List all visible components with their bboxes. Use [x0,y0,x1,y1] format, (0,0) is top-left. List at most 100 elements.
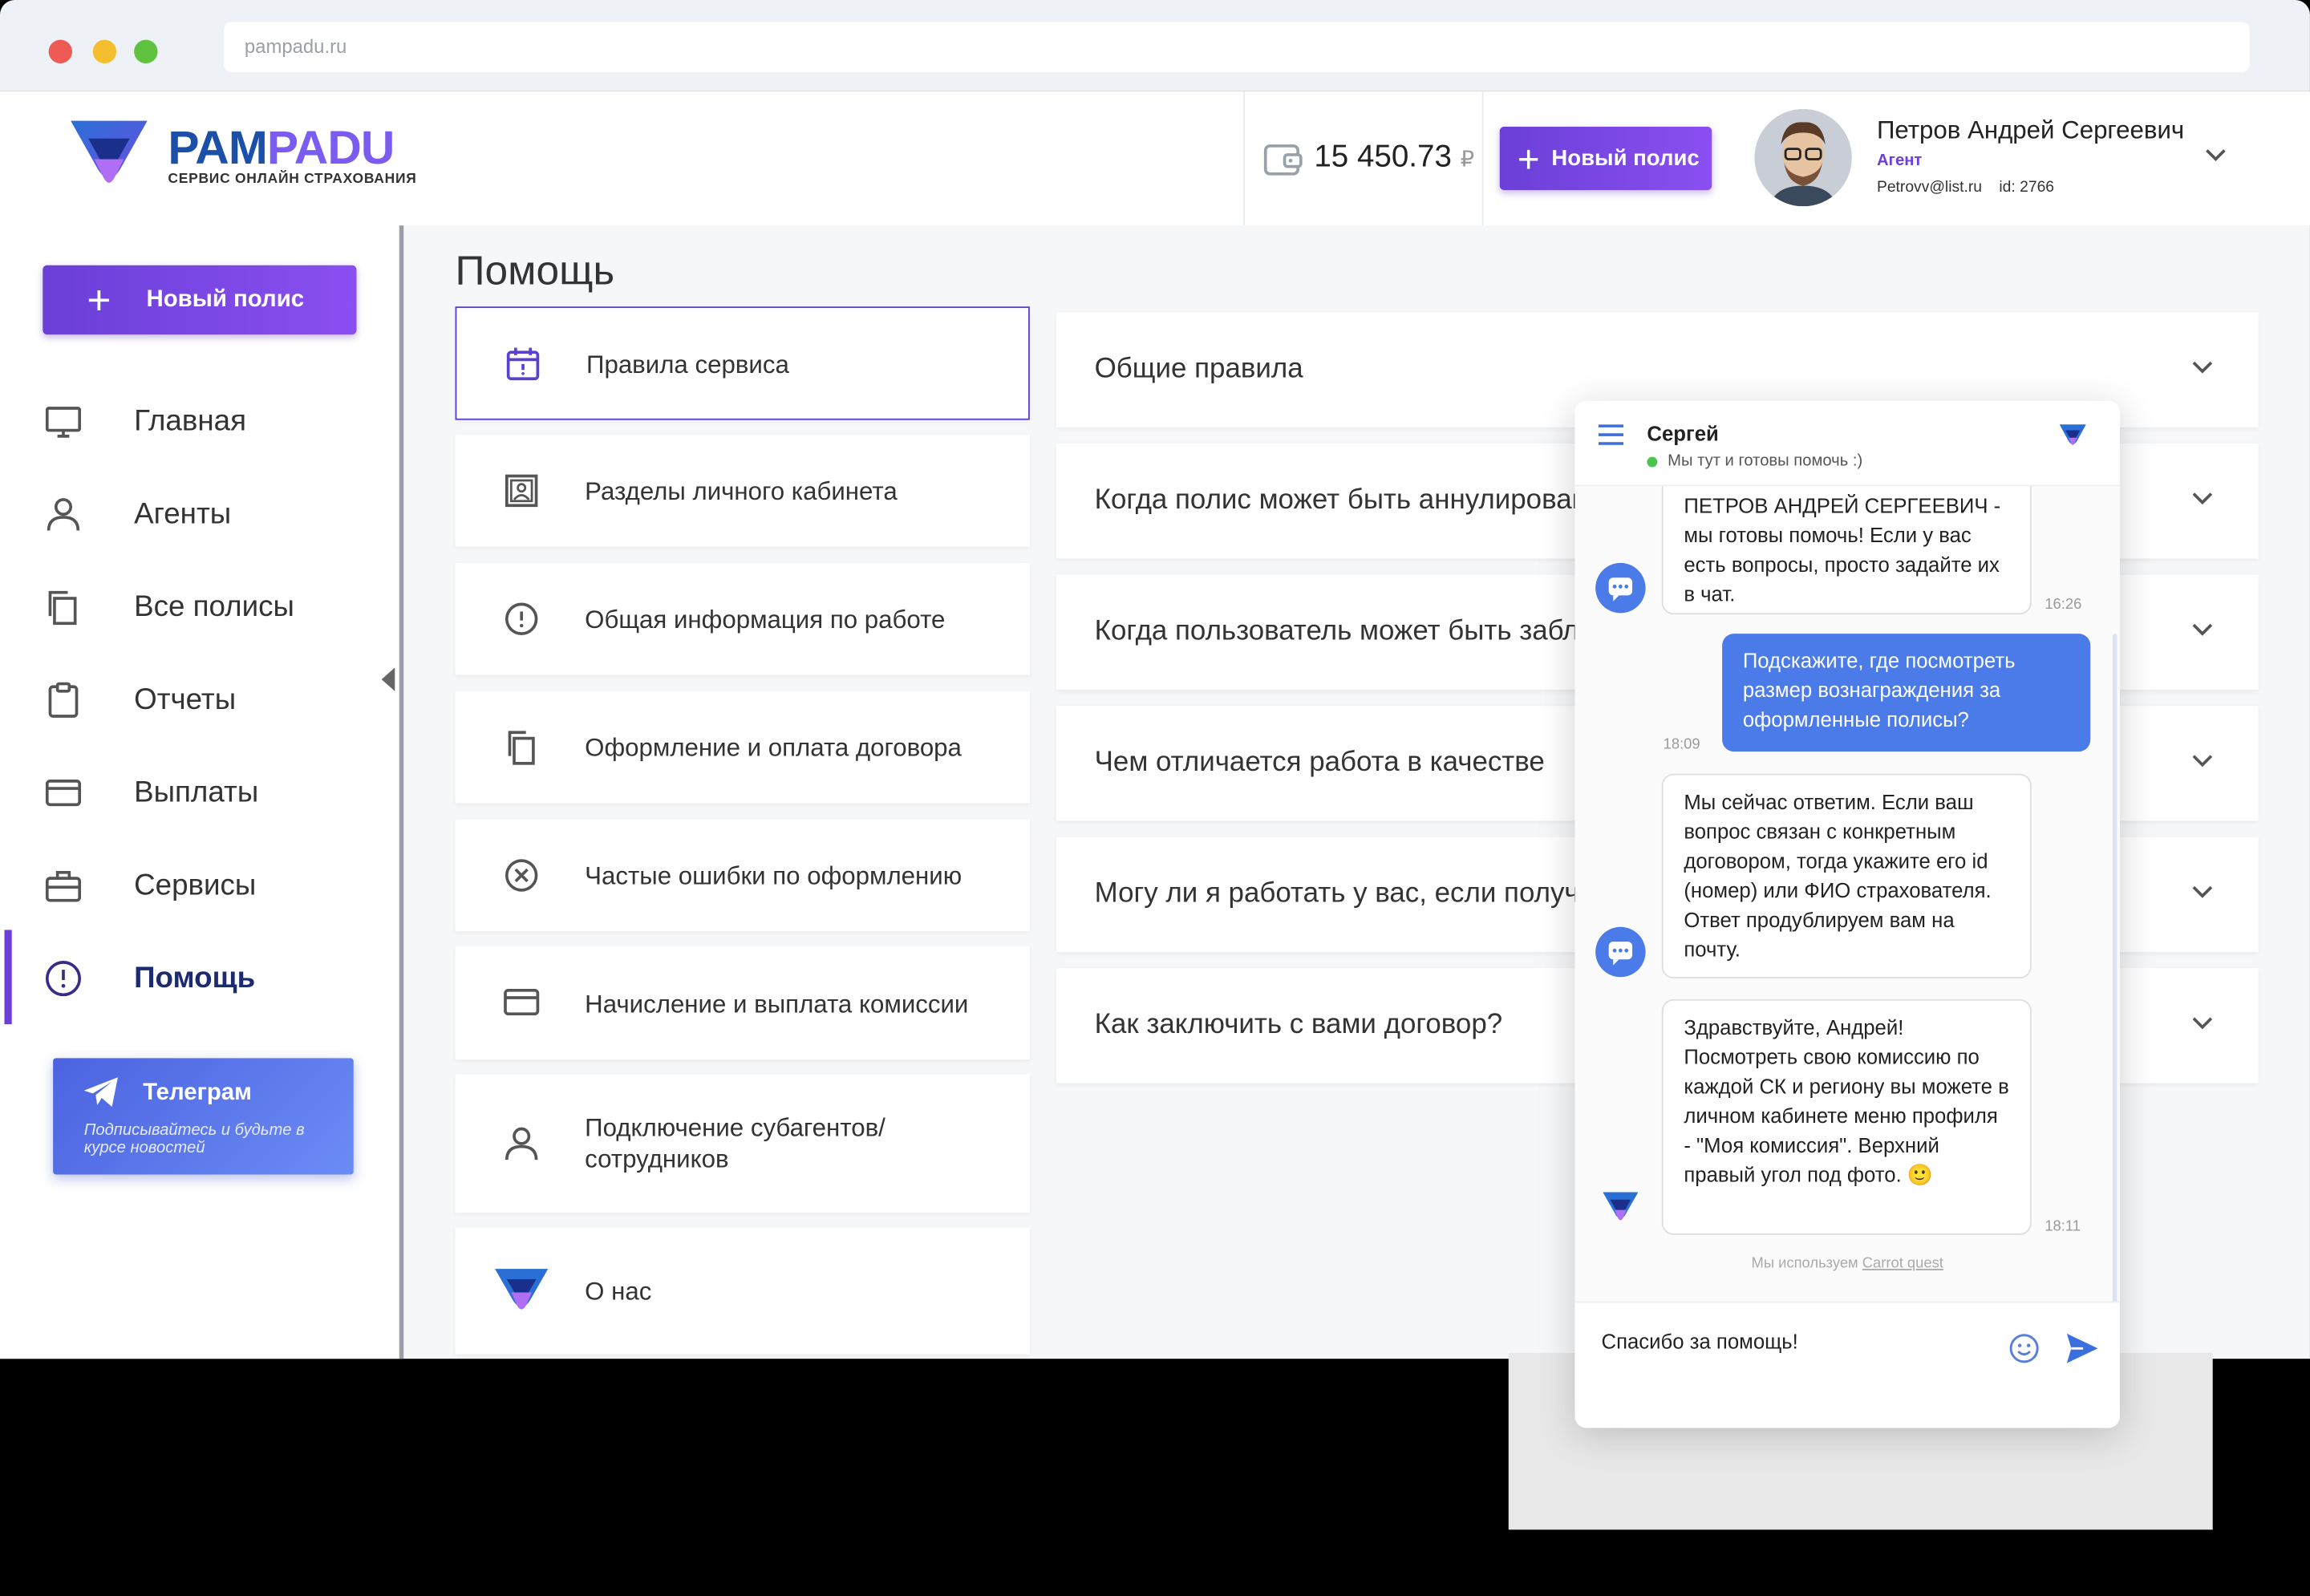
user-photo [1754,108,1852,207]
clipboard-icon [48,682,79,718]
topic-general-info[interactable]: Общая информация по работе [455,562,1030,675]
carrot-quest-link[interactable]: Carrot quest [1862,1256,1943,1272]
close-window-icon[interactable] [48,39,72,64]
user-email: Petrovv@list.ru [1876,178,1982,196]
topic-about[interactable]: О нас [455,1227,1030,1355]
chat-messages: ПЕТРОВ АНДРЕЙ СЕРГЕЕВИЧ - мы готовы помо… [1574,486,2121,1302]
chat-status: Мы тут и готовы помочь :) [1668,452,1863,471]
chat-scrollbar[interactable] [2112,634,2118,1302]
send-icon[interactable] [2065,1332,2099,1364]
bot-avatar [1595,562,1646,614]
alert-circle-icon [45,961,82,997]
sidebar-item-home[interactable]: Главная [0,385,399,459]
faq-question: Общие правила [1094,354,1303,385]
operator-avatar [1603,1192,1639,1221]
user-role: Агент [1876,152,1923,170]
user-id: id: 2766 [1999,178,2055,196]
sidebar-item-label: Агенты [134,497,232,530]
minimize-window-icon[interactable] [92,39,117,64]
operator-message: Здравствуйте, Андрей! Посмотреть свою ко… [1661,999,2032,1235]
divider [1243,91,1246,226]
telegram-icon [83,1077,118,1107]
pampadu-logo-icon [71,120,148,183]
topic-common-errors[interactable]: Частые ошибки по оформлению [455,819,1030,932]
powered-by: Мы используем Carrot quest [1751,1255,1943,1272]
chevron-down-icon [2192,755,2213,768]
alert-circle-icon [505,602,538,635]
card-icon [45,780,82,807]
chevron-down-icon [2192,1017,2213,1030]
topic-label: Правила сервиса [586,350,789,379]
chat-bubble-icon [1608,942,1633,966]
sidebar-divider [399,225,404,1359]
sidebar-item-label: Помощь [134,961,256,994]
pampadu-logo-icon [2059,424,2086,445]
sidebar-item-label: Сервисы [134,869,257,901]
topic-label: Оформление и оплата договора [585,734,962,762]
image-icon [505,474,538,508]
bot-avatar [1595,926,1646,978]
copy-icon [48,590,77,626]
chevron-down-icon[interactable] [2204,148,2227,162]
faq-question: Чем отличается работа в качестве [1094,747,1545,779]
sidebar-item-help[interactable]: Помощь [0,930,399,1025]
message-time: 18:09 [1663,736,1700,753]
new-policy-button[interactable]: + Новый полис [1499,127,1712,191]
chevron-down-icon [2192,623,2213,636]
user-icon [505,1127,538,1161]
topic-label: Подключение субагентов/ сотрудников [585,1114,886,1173]
pampadu-logo-icon [495,1269,549,1310]
topic-label: Начисление и выплата комиссии [585,990,969,1019]
bot-message: Мы сейчас ответим. Если ваш вопрос связа… [1661,773,2032,979]
chat-header: Сергей Мы тут и готовы помочь :) [1574,400,2121,487]
avatar[interactable] [1754,108,1852,207]
sidebar-item-payouts[interactable]: Выплаты [0,756,399,830]
logo-tagline: СЕРВИС ОНЛАЙН СТРАХОВАНИЯ [168,171,417,188]
sidebar-item-label: Главная [134,404,246,437]
address-bar[interactable]: pampadu.ru [224,22,2250,73]
sidebar-item-agents[interactable]: Агенты [0,477,399,551]
topic-commission[interactable]: Начисление и выплата комиссии [455,946,1030,1060]
maximize-window-icon[interactable] [134,39,158,64]
telegram-subtitle: Подписывайтесь и будьте в курсе новостей [83,1121,305,1157]
telegram-banner[interactable]: Телеграм Подписывайтесь и будьте в курсе… [53,1058,354,1175]
sidebar-item-services[interactable]: Сервисы [0,849,399,922]
chat-widget: Сергей Мы тут и готовы помочь :) ПЕТРОВ … [1574,400,2121,1428]
new-policy-label: Новый полис [1551,145,1700,172]
calendar-icon [506,347,540,381]
sidebar: + Новый полис Главная Агенты Все полисы … [0,225,399,1359]
logo-text: PAMPADU [168,120,395,174]
divider [1481,91,1484,226]
chevron-down-icon [2192,492,2213,505]
top-header: PAMPADU СЕРВИС ОНЛАЙН СТРАХОВАНИЯ 15 450… [0,91,2310,226]
menu-icon[interactable] [1598,424,1624,445]
copy-icon [508,731,535,765]
topic-label: Частые ошибки по оформлению [585,861,962,890]
message-time: 18:11 [2045,1218,2081,1235]
topic-service-rules[interactable]: Правила сервиса [455,306,1030,420]
topic-contract-payment[interactable]: Оформление и оплата договора [455,691,1030,804]
pampadu-logo[interactable]: PAMPADU СЕРВИС ОНЛАЙН СТРАХОВАНИЯ [67,118,421,204]
topic-subagents[interactable]: Подключение субагентов/ сотрудников [455,1074,1030,1213]
user-icon [47,498,80,531]
faq-question: Когда полис может быть аннулирован [1094,484,1587,516]
user-message: Подскажите, где посмотреть размер вознаг… [1722,634,2091,752]
emoji-icon[interactable] [2008,1332,2040,1364]
sidebar-item-label: Выплаты [134,776,259,808]
page-title: Помощь [455,247,615,294]
chevron-down-icon [2192,885,2213,898]
topic-label: Разделы личного кабинета [585,477,898,506]
sidebar-item-label: Отчеты [134,683,237,716]
sidebar-item-label: Все полисы [134,589,294,623]
wallet-icon [1263,144,1303,176]
monitor-icon [45,407,82,438]
topic-cabinet-sections[interactable]: Разделы личного кабинета [455,435,1030,547]
topic-label: Общая информация по работе [585,606,946,634]
chat-message-input[interactable]: Спасибо за помощь! [1601,1329,1797,1352]
sidebar-new-policy-button[interactable]: + Новый полис [43,265,357,335]
chat-agent-name: Сергей [1647,421,1719,445]
sidebar-item-reports[interactable]: Отчеты [0,663,399,737]
sidebar-item-policies[interactable]: Все полисы [0,570,399,644]
faq-question: Как заключить с вами договор? [1094,1009,1503,1041]
collapse-sidebar-icon[interactable] [381,667,395,691]
